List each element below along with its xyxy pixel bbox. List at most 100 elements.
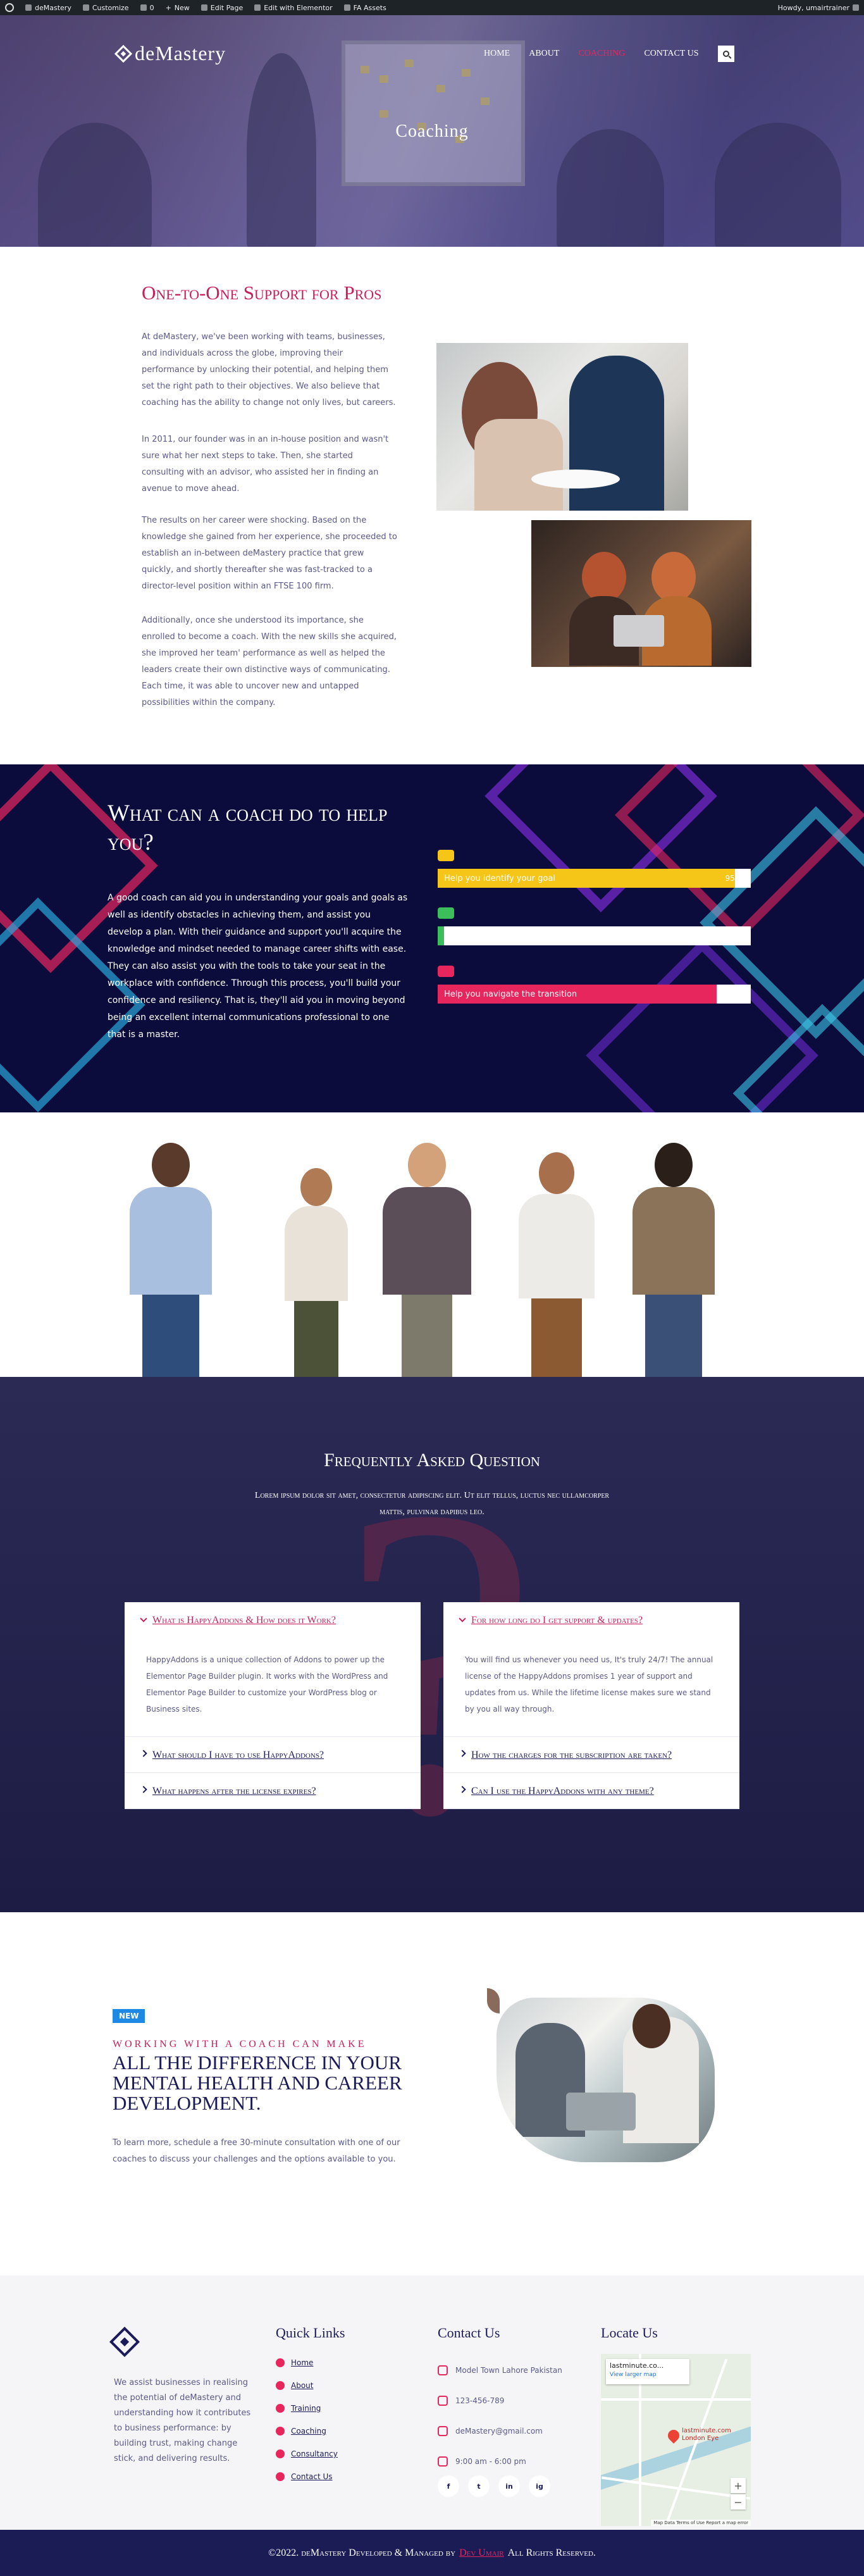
chevron-right-icon (140, 1750, 147, 1757)
twitter-icon[interactable]: t (468, 2475, 490, 2497)
skill-fill: Help you navigate the transition (438, 985, 717, 1004)
nav-home[interactable]: HOME (484, 49, 510, 59)
site-logo[interactable]: deMastery (114, 42, 226, 65)
map-card: lastminute.co... View larger map (606, 2359, 689, 2384)
comment-icon (140, 4, 147, 11)
cta-kicker: WORKING WITH A COACH CAN MAKE (113, 2039, 367, 2050)
briefcase-icon (438, 907, 454, 919)
chevron-down-icon (459, 1615, 466, 1622)
nav-coaching[interactable]: COACHING (578, 49, 625, 59)
quick-link-about[interactable]: About (276, 2374, 338, 2397)
embedded-map[interactable]: lastminute.co... View larger map lastmin… (601, 2354, 751, 2526)
quick-link-contact[interactable]: Contact Us (276, 2465, 338, 2488)
skill-bar: Help you navigate the transition 89 % (438, 966, 751, 1004)
avatar (853, 4, 859, 11)
contact-title: Contact Us (438, 2325, 500, 2341)
pencil-icon (201, 4, 207, 11)
cta-text: To learn more, schedule a free 30-minute… (113, 2138, 400, 2164)
faq-question[interactable]: How the charges for the subscription are… (443, 1737, 739, 1772)
edit-page-link[interactable]: Edit Page (201, 4, 243, 12)
flag-icon (343, 4, 350, 11)
team-photo (0, 1112, 864, 1377)
chevron-right-icon (459, 1750, 466, 1757)
footer-about: We assist businesses in realising the po… (114, 2378, 251, 2463)
quick-links-title: Quick Links (276, 2325, 345, 2341)
fa-assets-link[interactable]: FA Assets (343, 4, 386, 12)
linkedin-icon[interactable]: in (498, 2475, 520, 2497)
chevron-down-icon (140, 1615, 147, 1622)
home-icon (276, 2358, 285, 2367)
phone-icon (438, 2396, 448, 2406)
developer-link[interactable]: Dev Umair (459, 2548, 504, 2559)
faq-question[interactable]: What should I have to use HappyAddons? (125, 1737, 421, 1772)
search-button[interactable] (717, 46, 734, 62)
view-larger-map-link[interactable]: View larger map (610, 2372, 686, 2378)
skill-percent: 89 % (725, 990, 745, 999)
faq-question[interactable]: What is HappyAddons & How does it Work? (125, 1602, 421, 1638)
laptop-photo (531, 520, 751, 667)
wordpress-icon[interactable] (5, 3, 14, 12)
cta-section: NEW WORKING WITH A COACH CAN MAKE ALL TH… (0, 1912, 864, 2275)
location-icon (438, 2365, 448, 2375)
elementor-icon (254, 4, 261, 11)
edit-elementor-link[interactable]: Edit with Elementor (254, 4, 333, 12)
chevron-right-icon (459, 1786, 466, 1793)
leaf-decoration (487, 1988, 500, 2013)
instagram-icon[interactable]: ig (529, 2475, 550, 2497)
faq-item: Can I use the HappyAddons with any theme… (443, 1773, 739, 1809)
nav-contact[interactable]: CONTACT US (644, 49, 698, 59)
locate-title: Locate Us (601, 2325, 658, 2341)
faq-item: How the charges for the subscription are… (443, 1737, 739, 1773)
quick-link-coaching[interactable]: Coaching (276, 2420, 338, 2442)
faq-question[interactable]: For how long do I get support & updates? (443, 1602, 739, 1638)
person-figure (626, 1143, 721, 1377)
map-pin-label: lastminute.com London Eye (682, 2427, 731, 2442)
person-figure (278, 1168, 354, 1377)
diamond-logo-icon[interactable] (109, 2326, 140, 2358)
zoom-in-button[interactable]: + (731, 2478, 746, 2493)
person-figure (123, 1143, 218, 1377)
search-icon (722, 51, 729, 57)
nav-about[interactable]: ABOUT (529, 49, 559, 59)
quick-link-home[interactable]: Home (276, 2351, 338, 2374)
admin-bar: deMastery Customize 0 + New Edit Page Edi… (0, 0, 864, 15)
site-link[interactable]: deMastery (25, 4, 71, 12)
coach-title: What can a coach do to help you? (108, 800, 388, 856)
contact-phone[interactable]: 123-456-789 (438, 2386, 562, 2416)
comments-link[interactable]: 0 (140, 4, 154, 12)
chart-icon (276, 2449, 285, 2458)
customize-link[interactable]: Customize (82, 4, 129, 12)
copyright-bar: ©2022. deMastery Developed & Managed by … (0, 2530, 864, 2576)
main-nav: HOME ABOUT COACHING CONTACT US (484, 46, 734, 62)
faq-item: What happens after the license expires? (125, 1773, 421, 1809)
faq-accordion-left: What is HappyAddons & How does it Work? … (125, 1602, 421, 1809)
faq-answer: You will find us whenever you need us, I… (465, 1655, 713, 1714)
zoom-out-button[interactable]: − (731, 2494, 746, 2510)
faq-question[interactable]: Can I use the HappyAddons with any theme… (443, 1773, 739, 1808)
faq-answer: HappyAddons is a unique collection of Ad… (146, 1655, 388, 1714)
quick-link-training[interactable]: Training (276, 2397, 338, 2420)
support-paragraph: At deMastery, we've been working with te… (142, 332, 396, 408)
skill-bar (438, 907, 751, 945)
quick-link-consultancy[interactable]: Consultancy (276, 2442, 338, 2465)
map-pin-icon[interactable] (665, 2427, 682, 2444)
envelope-icon (276, 2472, 285, 2481)
facebook-icon[interactable]: f (438, 2475, 459, 2497)
person-figure (512, 1152, 601, 1377)
faq-title: Frequently Asked Question (324, 1450, 540, 1471)
info-icon (276, 2381, 285, 2390)
user-menu[interactable]: Howdy, umairtrainer (778, 4, 859, 12)
support-paragraph: The results on her career were shocking.… (142, 516, 397, 591)
contact-address: Model Town Lahore Pakistan (438, 2355, 562, 2386)
contact-hours: 9:00 am - 6:00 pm (438, 2446, 562, 2477)
celebration-photo (497, 1998, 715, 2162)
faq-section: ? Frequently Asked Question Lorem ipsum … (0, 1377, 864, 1912)
footer: We assist businesses in realising the po… (0, 2275, 864, 2530)
skill-percent: 95 % (725, 874, 745, 883)
social-links: f t in ig (438, 2475, 550, 2497)
faq-question[interactable]: What happens after the license expires? (125, 1773, 421, 1808)
new-link[interactable]: + New (166, 4, 190, 12)
contact-list: Model Town Lahore Pakistan 123-456-789 d… (438, 2355, 562, 2477)
faq-item: What should I have to use HappyAddons? (125, 1737, 421, 1773)
contact-email[interactable]: deMastery@gmail.com (438, 2416, 562, 2446)
